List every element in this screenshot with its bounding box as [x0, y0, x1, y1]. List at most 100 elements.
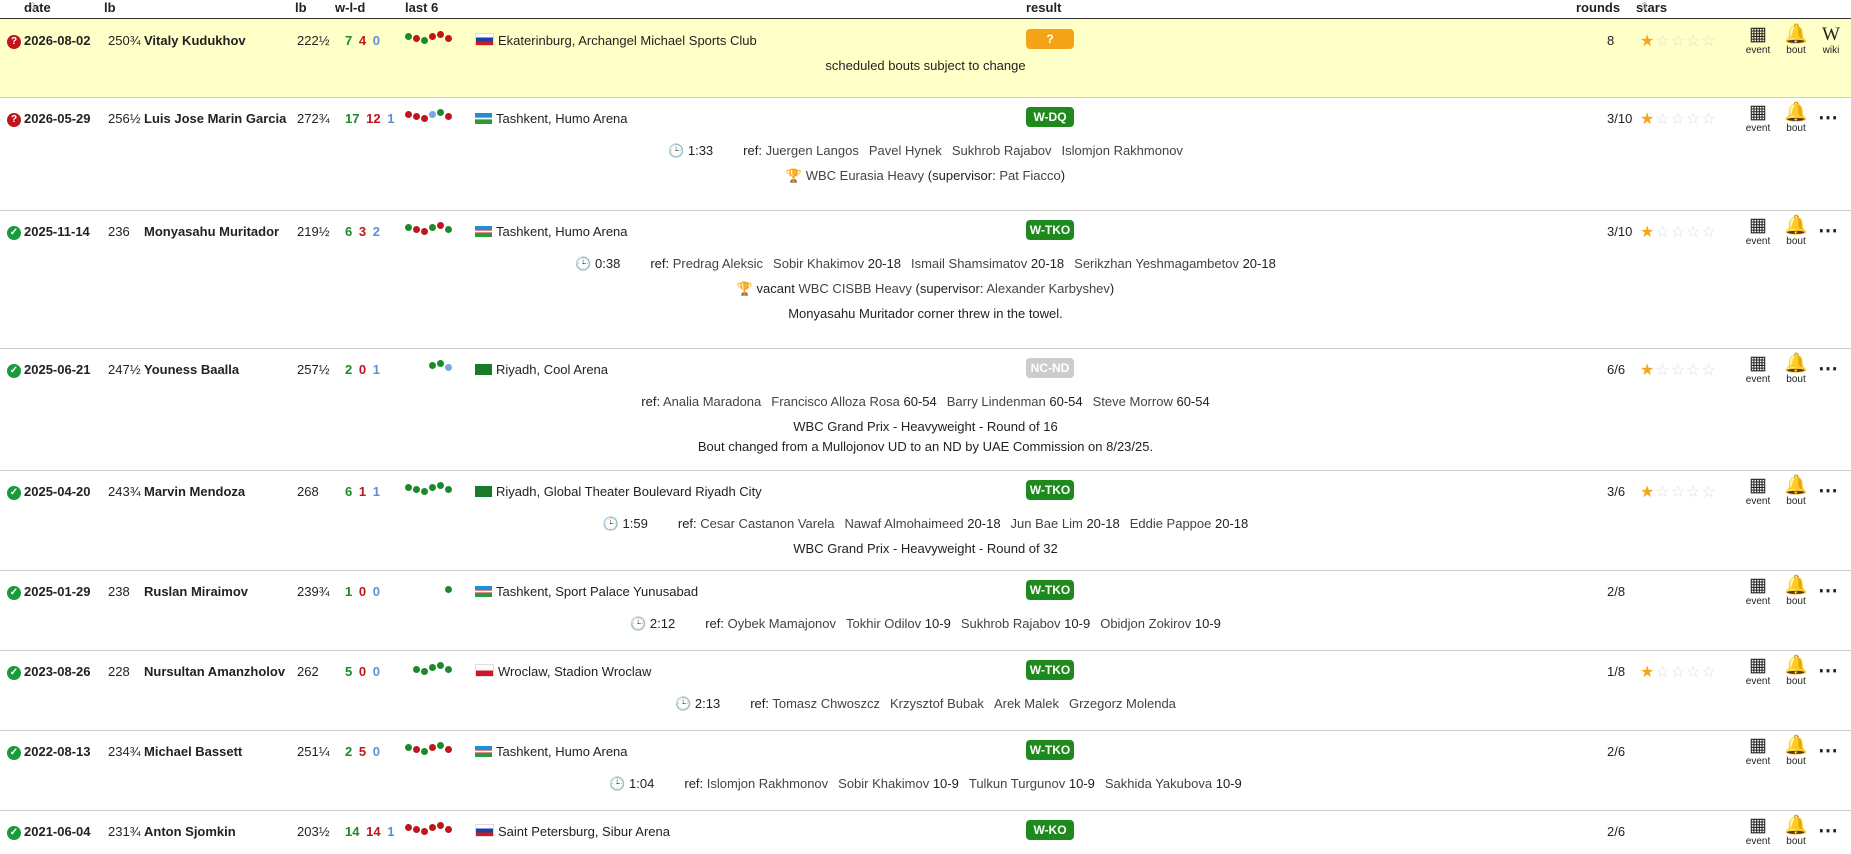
judge-name[interactable]: Jun Bae Lim	[1011, 516, 1083, 531]
judge-name[interactable]: Obidjon Zokirov	[1100, 616, 1191, 631]
star-icon[interactable]: ★	[1640, 111, 1655, 128]
opponent-name[interactable]: Michael Bassett	[144, 744, 242, 759]
referee-name[interactable]: Predrag Aleksic	[673, 256, 763, 271]
judge[interactable]: Krzysztof Bubak	[890, 696, 984, 711]
more-icon[interactable]: ⋯	[1818, 218, 1839, 243]
bout-date[interactable]: 2026-05-29	[24, 111, 91, 126]
bout-date[interactable]: 2025-06-21	[24, 362, 91, 377]
more-icon[interactable]: ⋯	[1818, 658, 1839, 683]
star-icon[interactable]: ★	[1640, 33, 1655, 50]
venue[interactable]: Riyadh, Global Theater Boulevard Riyadh …	[475, 484, 762, 499]
star-icon[interactable]: ☆	[1655, 224, 1670, 241]
event-button[interactable]: ▦ event	[1743, 216, 1773, 248]
star-icon[interactable]: ☆	[1671, 111, 1686, 128]
opponent-name[interactable]: Ruslan Miraimov	[144, 584, 248, 599]
judge-name[interactable]: Sakhida Yakubova	[1105, 776, 1212, 791]
star-icon[interactable]: ☆	[1671, 484, 1686, 501]
star-icon[interactable]: ☆	[1701, 33, 1716, 50]
bout-button[interactable]: 🔔 bout	[1781, 736, 1811, 768]
star-icon[interactable]: ★	[1640, 362, 1655, 379]
bout-button[interactable]: 🔔 bout	[1781, 354, 1811, 386]
venue[interactable]: Riyadh, Cool Arena	[475, 362, 608, 377]
result-badge[interactable]: W-KO	[1026, 820, 1074, 840]
star-icon[interactable]: ☆	[1701, 111, 1716, 128]
referee-name[interactable]: Tomasz Chwoszcz	[772, 696, 880, 711]
bout-date[interactable]: 2025-01-29	[24, 584, 91, 599]
result-badge[interactable]: ?	[1026, 29, 1074, 49]
bout-button[interactable]: 🔔 bout	[1781, 216, 1811, 248]
judge[interactable]: Steve Morrow 60-54	[1093, 394, 1210, 409]
event-button[interactable]: ▦ event	[1743, 576, 1773, 608]
bout-date[interactable]: 2025-11-14	[24, 224, 90, 239]
venue[interactable]: Ekaterinburg, Archangel Michael Sports C…	[475, 33, 757, 48]
star-icon[interactable]: ☆	[1655, 33, 1670, 50]
judge-name[interactable]: Nawaf Almohaimeed	[844, 516, 963, 531]
more-icon[interactable]: ⋯	[1818, 738, 1839, 763]
star-rating[interactable]: ★☆☆☆☆	[1640, 482, 1717, 502]
star-icon[interactable]: ☆	[1686, 224, 1701, 241]
star-icon[interactable]: ☆	[1686, 33, 1701, 50]
judge[interactable]: Arek Malek	[994, 696, 1059, 711]
bout-date[interactable]: 2023-08-26	[24, 664, 91, 679]
judge-name[interactable]: Sobir Khakimov	[838, 776, 929, 791]
star-icon[interactable]: ☆	[1686, 362, 1701, 379]
result-badge[interactable]: W-DQ	[1026, 107, 1074, 127]
star-icon[interactable]: ☆	[1655, 362, 1670, 379]
star-icon[interactable]: ☆	[1655, 111, 1670, 128]
more-icon[interactable]: ⋯	[1818, 356, 1839, 381]
bout-date[interactable]: 2021-06-04	[24, 824, 91, 839]
venue[interactable]: Wroclaw, Stadion Wroclaw	[475, 664, 651, 679]
star-icon[interactable]: ☆	[1686, 484, 1701, 501]
judge[interactable]: Sukhrob Rajabov 10-9	[961, 616, 1090, 631]
judge-name[interactable]: Barry Lindenman	[947, 394, 1046, 409]
star-icon[interactable]: ☆	[1655, 484, 1670, 501]
referee-name[interactable]: Islomjon Rakhmonov	[707, 776, 828, 791]
star-icon[interactable]: ☆	[1686, 664, 1701, 681]
judge-name[interactable]: Islomjon Rakhmonov	[1062, 143, 1183, 158]
star-icon[interactable]: ☆	[1686, 111, 1701, 128]
event-button[interactable]: ▦ event	[1743, 736, 1773, 768]
star-rating[interactable]: ★☆☆☆☆	[1640, 31, 1717, 51]
judge[interactable]: Sukhrob Rajabov	[952, 143, 1052, 158]
bout-button[interactable]: 🔔 bout	[1781, 816, 1811, 848]
star-rating[interactable]: ★☆☆☆☆	[1640, 360, 1717, 380]
judge-name[interactable]: Sobir Khakimov	[773, 256, 864, 271]
judge-name[interactable]: Steve Morrow	[1093, 394, 1173, 409]
opponent-name[interactable]: Vitaly Kudukhov	[144, 33, 246, 48]
more-icon[interactable]: ⋯	[1818, 818, 1839, 843]
judge[interactable]: Nawaf Almohaimeed 20-18	[844, 516, 1000, 531]
result-badge[interactable]: NC-ND	[1026, 358, 1074, 378]
judge-name[interactable]: Pavel Hynek	[869, 143, 942, 158]
bout-button[interactable]: 🔔 bout	[1781, 103, 1811, 135]
star-rating[interactable]: ★☆☆☆☆	[1640, 662, 1717, 682]
title-name[interactable]: WBC CISBB Heavy	[798, 281, 911, 296]
venue[interactable]: Tashkent, Humo Arena	[475, 744, 628, 759]
opponent-name[interactable]: Luis Jose Marin Garcia	[144, 111, 286, 126]
result-badge[interactable]: W-TKO	[1026, 740, 1074, 760]
event-button[interactable]: ▦ event	[1743, 816, 1773, 848]
event-button[interactable]: ▦ event	[1743, 476, 1773, 508]
star-icon[interactable]: ☆	[1701, 362, 1716, 379]
judge-name[interactable]: Arek Malek	[994, 696, 1059, 711]
result-badge[interactable]: W-TKO	[1026, 480, 1074, 500]
judge[interactable]: Francisco Alloza Rosa 60-54	[771, 394, 937, 409]
star-icon[interactable]: ★	[1640, 664, 1655, 681]
judge[interactable]: Sakhida Yakubova 10-9	[1105, 776, 1242, 791]
result-badge[interactable]: W-TKO	[1026, 580, 1074, 600]
judge[interactable]: Tokhir Odilov 10-9	[846, 616, 951, 631]
bout-date[interactable]: 2026-08-02	[24, 33, 91, 48]
judge[interactable]: Barry Lindenman 60-54	[947, 394, 1083, 409]
venue[interactable]: Tashkent, Humo Arena	[475, 111, 628, 126]
judge-name[interactable]: Sukhrob Rajabov	[961, 616, 1061, 631]
venue[interactable]: Saint Petersburg, Sibur Arena	[475, 824, 670, 839]
more-icon[interactable]: ⋯	[1818, 578, 1839, 603]
opponent-name[interactable]: Monyasahu Muritador	[144, 224, 279, 239]
judge[interactable]: Eddie Pappoe 20-18	[1130, 516, 1249, 531]
judge-name[interactable]: Grzegorz Molenda	[1069, 696, 1176, 711]
referee-name[interactable]: Cesar Castanon Varela	[700, 516, 834, 531]
star-icon[interactable]: ☆	[1655, 664, 1670, 681]
judge-name[interactable]: Serikzhan Yeshmagambetov	[1074, 256, 1239, 271]
star-icon[interactable]: ☆	[1701, 484, 1716, 501]
judge-name[interactable]: Francisco Alloza Rosa	[771, 394, 900, 409]
star-icon[interactable]: ★	[1640, 484, 1655, 501]
